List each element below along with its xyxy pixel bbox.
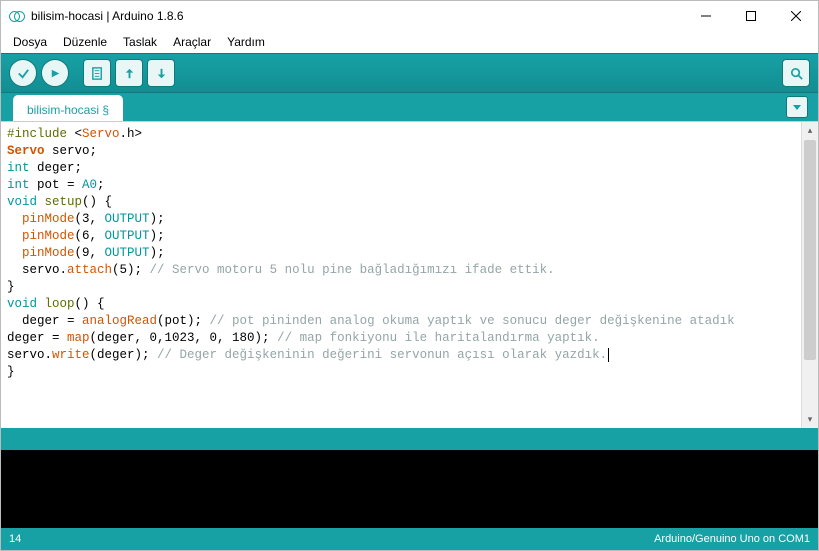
code-token: .h> — [120, 127, 143, 141]
menu-file[interactable]: Dosya — [5, 33, 55, 51]
code-token: OUTPUT — [105, 246, 150, 260]
code-token: deger; — [30, 161, 83, 175]
window-minimize-button[interactable] — [683, 1, 728, 31]
code-token: int — [7, 161, 30, 175]
menu-edit[interactable]: Düzenle — [55, 33, 115, 51]
window-title: bilisim-hocasi | Arduino 1.8.6 — [31, 9, 184, 23]
code-token: int — [7, 178, 30, 192]
code-token: write — [52, 348, 90, 362]
code-token: // pot pininden analog okuma yaptık ve s… — [210, 314, 735, 328]
editor-area: #include <Servo.h> Servo servo; int dege… — [1, 121, 818, 428]
scrollbar-thumb[interactable] — [804, 140, 816, 360]
vertical-scrollbar[interactable]: ▴ ▾ — [801, 122, 818, 428]
code-token: deger = — [7, 331, 67, 345]
code-token: (5); — [112, 263, 150, 277]
serial-monitor-button[interactable] — [782, 59, 810, 87]
menu-help[interactable]: Yardım — [219, 33, 273, 51]
arduino-logo-icon — [9, 8, 25, 24]
code-token: // Servo motoru 5 nolu pine bağladığımız… — [150, 263, 555, 277]
code-token: pinMode — [22, 212, 75, 226]
menu-tools[interactable]: Araçlar — [165, 33, 219, 51]
code-token: } — [7, 280, 15, 294]
code-token — [7, 229, 22, 243]
toolbar — [1, 53, 818, 93]
code-token: ); — [150, 212, 165, 226]
code-token: ; — [97, 178, 105, 192]
save-sketch-button[interactable] — [147, 59, 175, 87]
code-token: // map fonkiyonu ile haritalandırma yapt… — [277, 331, 600, 345]
code-token: (6, — [75, 229, 105, 243]
upload-button[interactable] — [41, 59, 69, 87]
code-token: Servo — [7, 144, 45, 158]
status-bar: 14 Arduino/Genuino Uno on COM1 — [1, 528, 818, 550]
code-token: (deger); — [90, 348, 158, 362]
menubar: Dosya Düzenle Taslak Araçlar Yardım — [1, 31, 818, 53]
code-token: setup — [45, 195, 83, 209]
code-token: deger = — [7, 314, 82, 328]
code-token: servo. — [7, 348, 52, 362]
menu-sketch[interactable]: Taslak — [115, 33, 165, 51]
tab-strip: bilisim-hocasi § — [1, 93, 818, 121]
tab-active[interactable]: bilisim-hocasi § — [13, 95, 123, 121]
text-cursor — [608, 348, 609, 362]
tab-menu-button[interactable] — [786, 96, 808, 118]
status-board-info: Arduino/Genuino Uno on COM1 — [654, 533, 810, 545]
code-token: #include — [7, 127, 67, 141]
scroll-up-arrow-icon[interactable]: ▴ — [802, 122, 818, 139]
status-line-number: 14 — [9, 533, 21, 545]
code-token: (pot); — [157, 314, 210, 328]
code-token: ); — [150, 246, 165, 260]
window-titlebar: bilisim-hocasi | Arduino 1.8.6 — [1, 1, 818, 31]
code-token — [7, 246, 22, 260]
code-token — [7, 212, 22, 226]
code-token: servo; — [45, 144, 98, 158]
code-editor[interactable]: #include <Servo.h> Servo servo; int dege… — [1, 122, 801, 428]
code-token: pot = — [30, 178, 83, 192]
code-token: ); — [150, 229, 165, 243]
code-token: analogRead — [82, 314, 157, 328]
console-header — [1, 428, 818, 450]
code-token: void — [7, 297, 37, 311]
console-output[interactable] — [1, 450, 818, 528]
code-token: } — [7, 365, 15, 379]
code-token: (deger, 0,1023, 0, 180); — [90, 331, 278, 345]
code-token: OUTPUT — [105, 229, 150, 243]
window-maximize-button[interactable] — [728, 1, 773, 31]
code-token — [37, 195, 45, 209]
code-token: (9, — [75, 246, 105, 260]
code-token: // Deger değişkeninin değerini servonun … — [157, 348, 607, 362]
open-sketch-button[interactable] — [115, 59, 143, 87]
code-token: void — [7, 195, 37, 209]
code-token: pinMode — [22, 246, 75, 260]
code-token: Servo — [82, 127, 120, 141]
code-token: map — [67, 331, 90, 345]
code-token: attach — [67, 263, 112, 277]
code-token: A0 — [82, 178, 97, 192]
code-token: () { — [75, 297, 105, 311]
code-token: loop — [45, 297, 75, 311]
new-sketch-button[interactable] — [83, 59, 111, 87]
scroll-down-arrow-icon[interactable]: ▾ — [802, 411, 818, 428]
verify-button[interactable] — [9, 59, 37, 87]
code-token: OUTPUT — [105, 212, 150, 226]
code-token: pinMode — [22, 229, 75, 243]
code-token: (3, — [75, 212, 105, 226]
code-token: servo. — [7, 263, 67, 277]
code-token: < — [67, 127, 82, 141]
code-token — [37, 297, 45, 311]
tab-active-label: bilisim-hocasi § — [27, 103, 109, 117]
window-close-button[interactable] — [773, 1, 818, 31]
code-token: () { — [82, 195, 112, 209]
